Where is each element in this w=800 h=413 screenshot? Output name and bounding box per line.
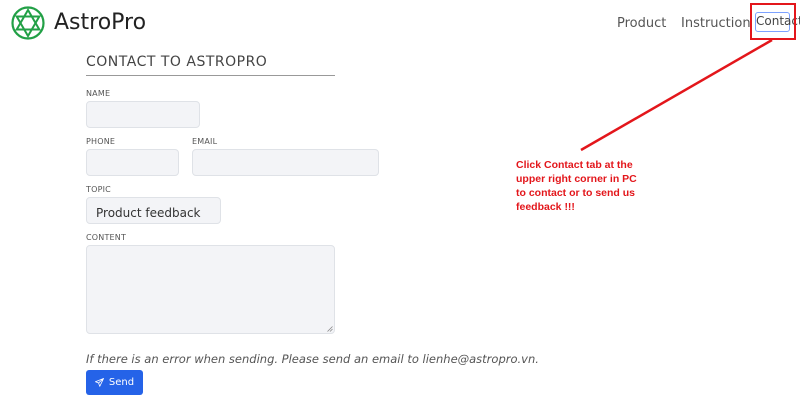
annotation-line: Click Contact tab at the (516, 159, 633, 171)
annotation-highlight-box (750, 3, 796, 40)
topic-label: TOPIC (86, 185, 111, 194)
phone-label: PHONE (86, 137, 116, 146)
form-title: CONTACT TO ASTROPRO (86, 54, 335, 76)
annotation-line: to contact or to send us (516, 187, 636, 199)
topic-select[interactable]: Product feedback (86, 197, 221, 224)
nav-instruction[interactable]: Instruction (681, 16, 751, 31)
annotation-text: Click Contact tab at the upper right cor… (516, 158, 646, 214)
paper-plane-icon (94, 378, 104, 387)
name-input[interactable] (86, 101, 200, 128)
email-input[interactable] (192, 149, 379, 176)
name-label: NAME (86, 89, 111, 98)
error-note: If there is an error when sending. Pleas… (86, 352, 539, 366)
annotation-line: upper right corner in PC (516, 173, 637, 185)
logo-star-icon[interactable] (11, 6, 45, 40)
content-label: CONTENT (86, 233, 127, 242)
nav-product[interactable]: Product (617, 16, 666, 31)
send-label: Send (108, 377, 135, 388)
send-button[interactable]: Send (86, 370, 143, 395)
resize-grip-icon[interactable] (327, 326, 333, 332)
email-label: EMAIL (192, 137, 218, 146)
topic-selected-value: Product feedback (96, 206, 201, 220)
brand-name[interactable]: AstroPro (54, 10, 146, 35)
annotation-line: feedback !!! (516, 201, 575, 213)
content-textarea[interactable] (86, 245, 335, 334)
phone-input[interactable] (86, 149, 179, 176)
